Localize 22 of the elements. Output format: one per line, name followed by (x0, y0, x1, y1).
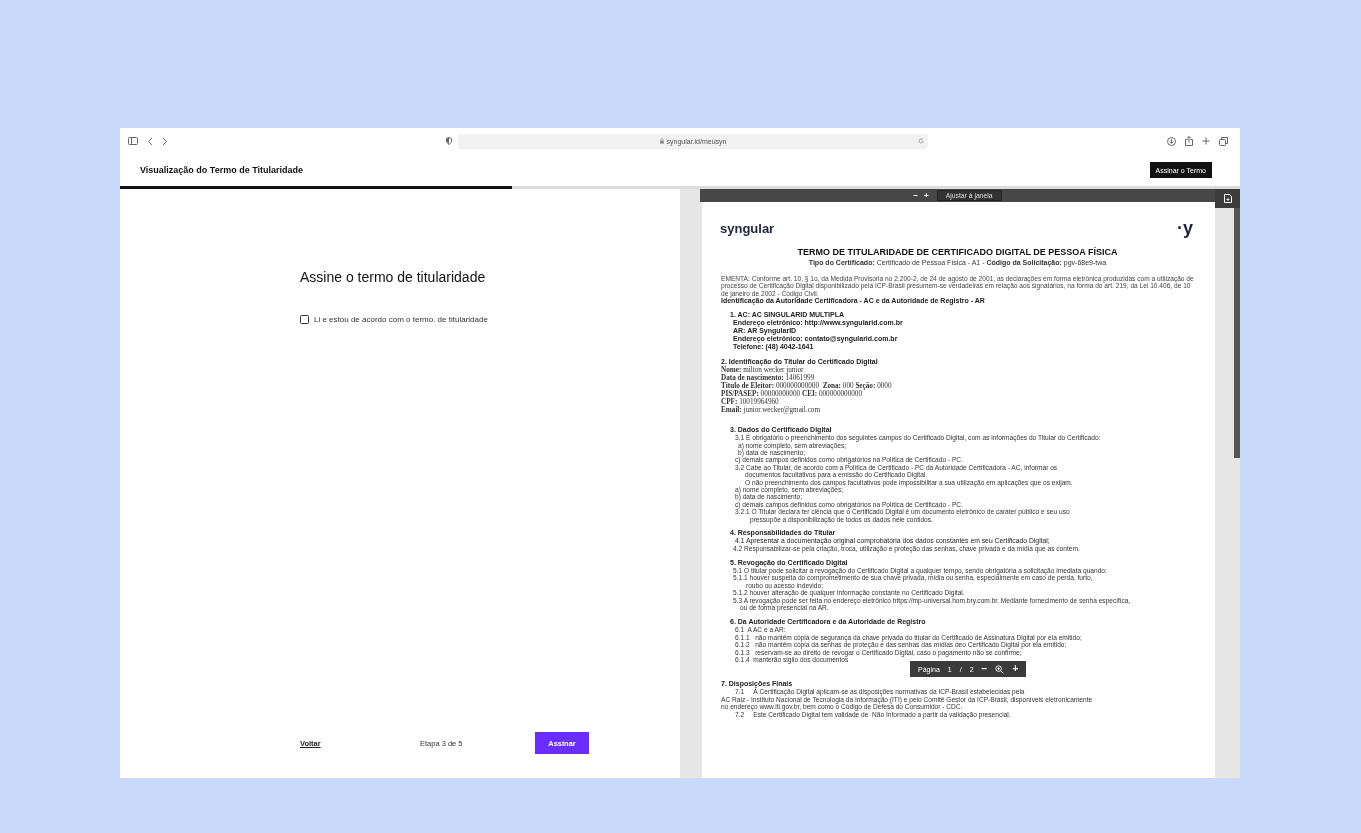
zoom-in-button[interactable]: + (1012, 664, 1019, 675)
sidebar-icon[interactable] (128, 137, 138, 145)
agree-checkbox[interactable] (300, 315, 309, 324)
tabs-icon[interactable] (1219, 136, 1228, 146)
document-title: TERMO DE TITULARIDADE DE CERTIFICADO DIGITAL DE PESSOA FÍSICA (796, 247, 1119, 257)
lock-icon (659, 138, 664, 144)
brand-logo: syngular (720, 221, 775, 236)
form-heading: Assine o termo de titularidade (300, 269, 487, 285)
page-title: Visualização do Termo de Titularidade (140, 165, 304, 175)
agree-label: Li e estou de acordo com o termo. de titularidade (314, 315, 488, 324)
back-icon[interactable] (147, 136, 153, 146)
shield-icon[interactable] (446, 137, 452, 145)
zoom-out-button[interactable]: − (913, 191, 919, 200)
zoom-in-button[interactable]: + (924, 191, 929, 200)
zoom-out-button[interactable]: − (981, 664, 988, 675)
brand-mark: ·y (1177, 218, 1193, 239)
document-icon[interactable] (1223, 194, 1232, 203)
download-icon[interactable] (1167, 136, 1176, 146)
new-tab-icon[interactable] (1202, 137, 1210, 145)
forward-icon[interactable] (162, 136, 168, 146)
share-icon[interactable] (1185, 136, 1193, 146)
zoom-icon[interactable] (995, 664, 1005, 674)
